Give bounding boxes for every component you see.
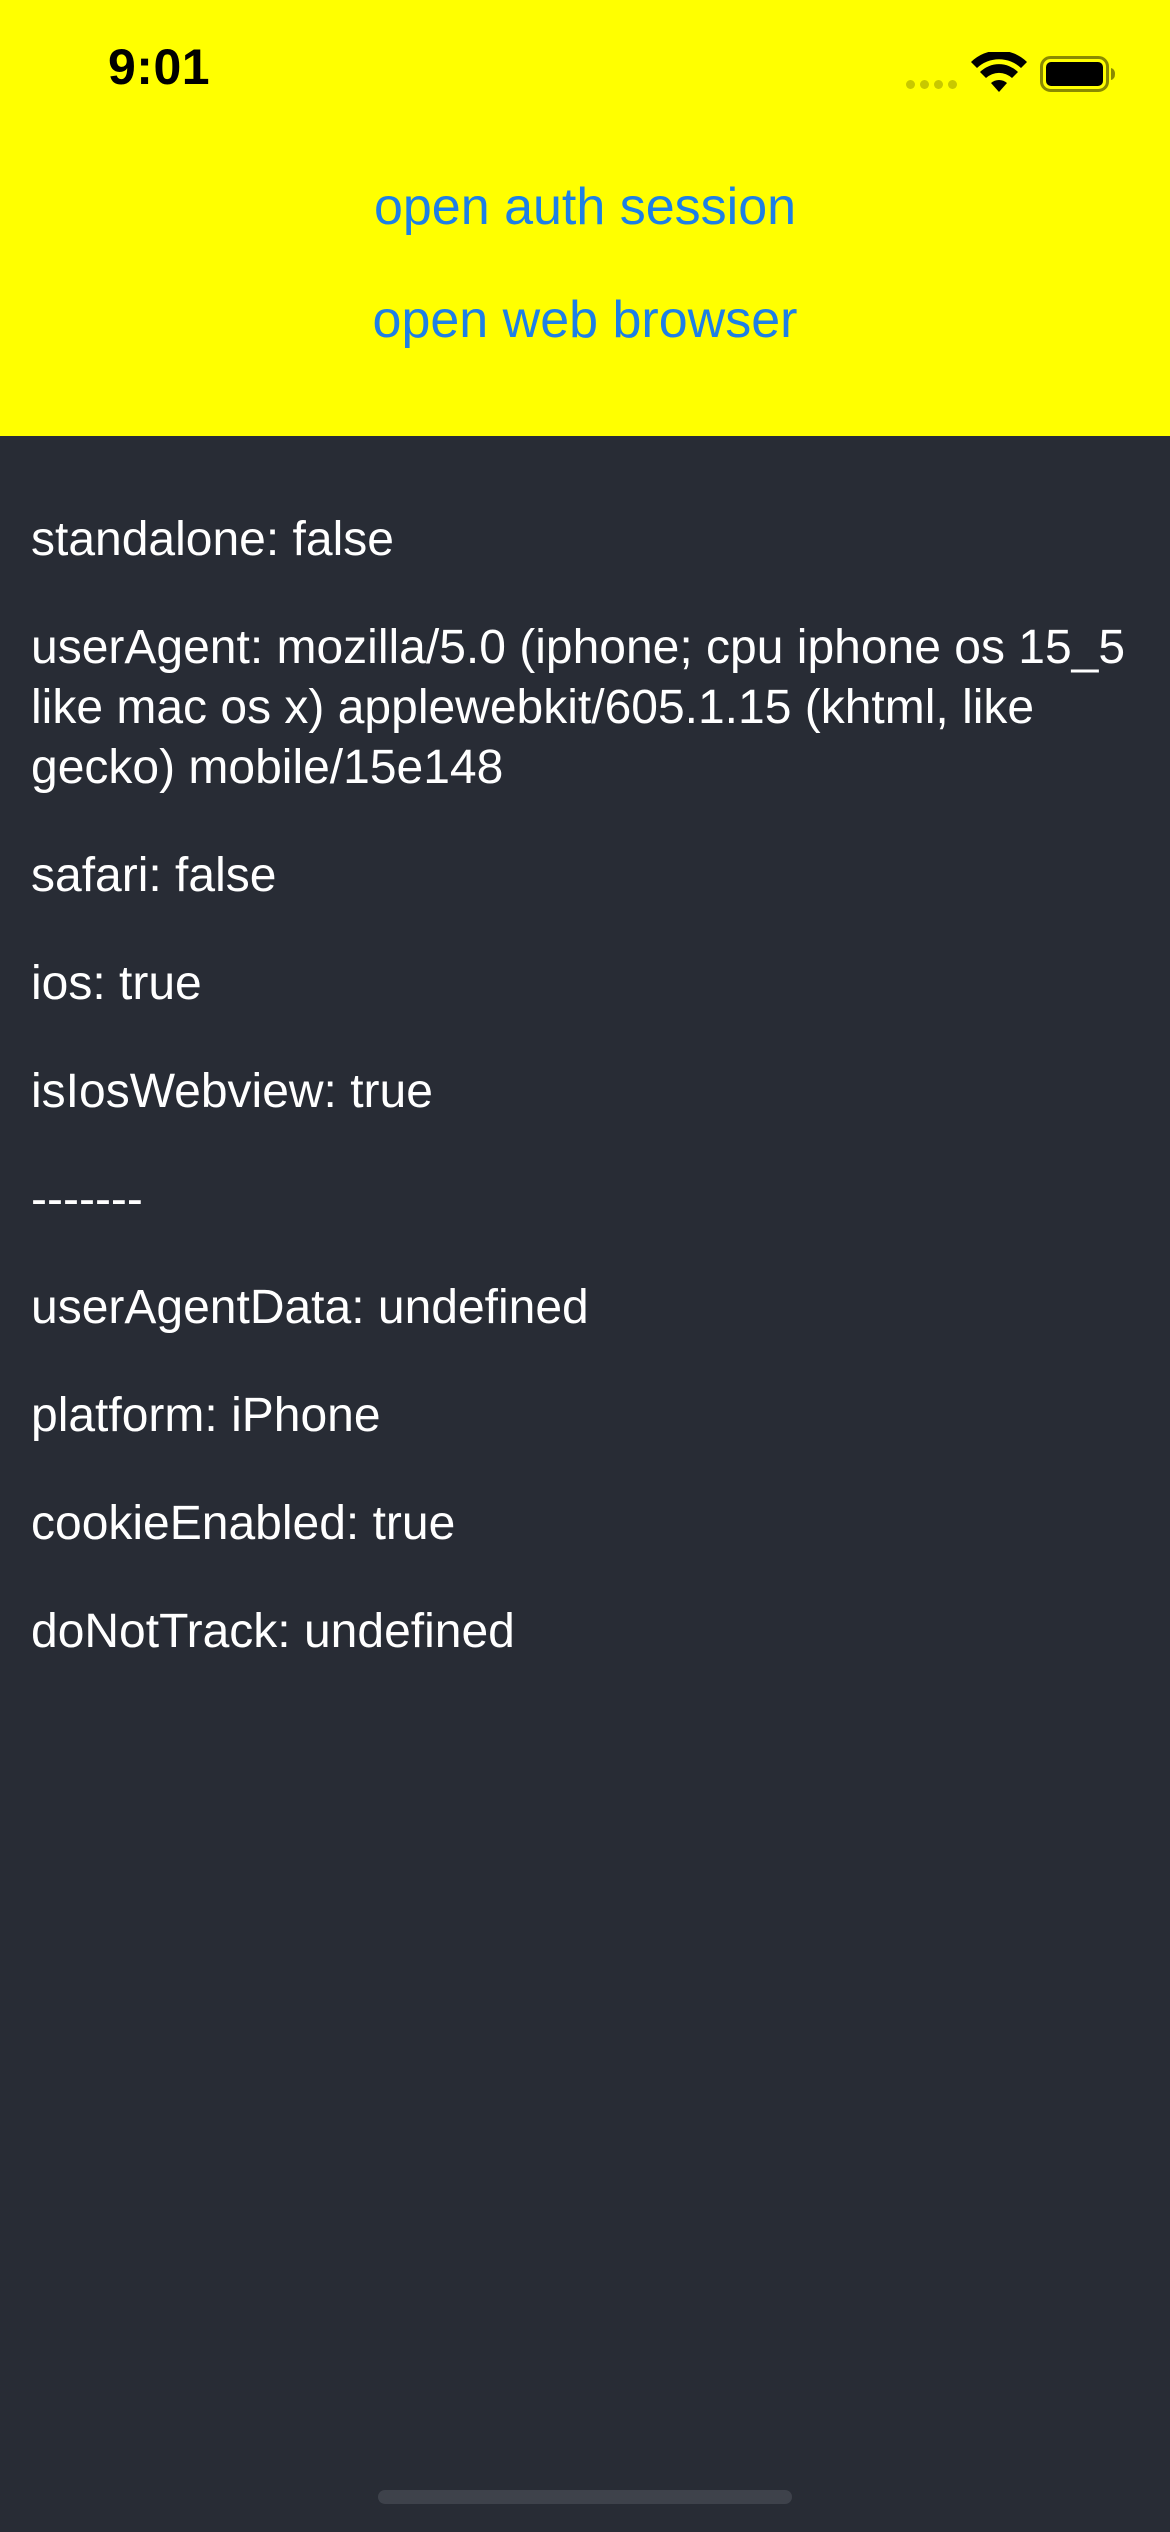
open-auth-session-button[interactable]: open auth session bbox=[0, 172, 1170, 242]
info-user-agent: userAgent: mozilla/5.0 (iphone; cpu ipho… bbox=[31, 621, 1126, 794]
info-standalone: standalone: false bbox=[31, 513, 394, 566]
wifi-icon bbox=[971, 52, 1027, 92]
info-user-agent-data: userAgentData: undefined bbox=[31, 1281, 589, 1334]
environment-info-list: standalone: false userAgent: mozilla/5.0… bbox=[31, 510, 1141, 1710]
info-platform: platform: iPhone bbox=[31, 1389, 381, 1442]
home-indicator[interactable] bbox=[378, 2490, 792, 2504]
info-divider: ------- bbox=[31, 1173, 143, 1226]
status-time: 9:01 bbox=[108, 39, 211, 95]
info-safari: safari: false bbox=[31, 849, 277, 902]
battery-icon bbox=[1040, 56, 1115, 92]
info-do-not-track: doNotTrack: undefined bbox=[31, 1605, 515, 1658]
info-ios: ios: true bbox=[31, 957, 202, 1010]
info-cookie-enabled: cookieEnabled: true bbox=[31, 1497, 456, 1550]
header-panel: 9:01 open auth session open web browser bbox=[0, 0, 1170, 436]
open-web-browser-button[interactable]: open web browser bbox=[0, 285, 1170, 355]
info-is-ios-webview: isIosWebview: true bbox=[31, 1065, 433, 1118]
signal-dots-icon bbox=[906, 80, 957, 89]
